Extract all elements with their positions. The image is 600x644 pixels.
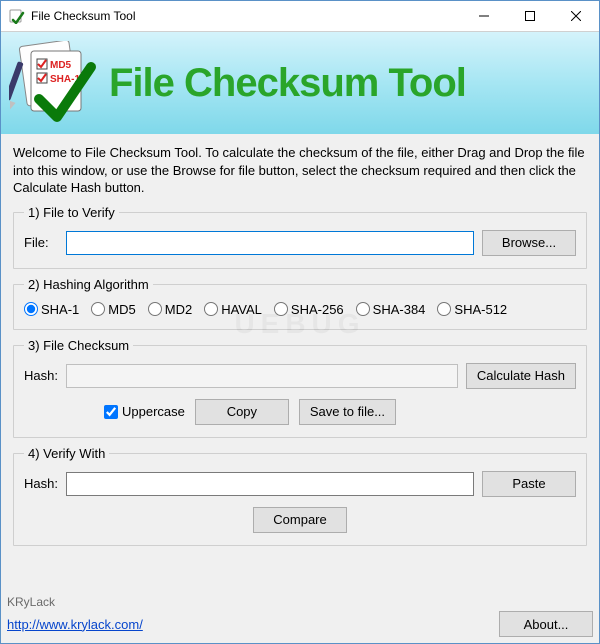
algorithm-radio-haval[interactable]: HAVAL [204, 302, 262, 317]
group-file-to-verify: 1) File to Verify File: Browse... [13, 205, 587, 269]
window: File Checksum Tool MD5 [0, 0, 600, 644]
about-button[interactable]: About... [499, 611, 593, 637]
hash-output[interactable] [66, 364, 458, 388]
algorithm-radio-input[interactable] [91, 302, 105, 316]
group-verify-with: 4) Verify With Hash: Paste Compare [13, 446, 587, 546]
algorithm-radio-sha256[interactable]: SHA-256 [274, 302, 344, 317]
algorithm-radio-input[interactable] [204, 302, 218, 316]
uppercase-label: Uppercase [122, 404, 185, 419]
algorithm-radio-label: SHA-256 [291, 302, 344, 317]
maximize-button[interactable] [507, 1, 553, 31]
close-button[interactable] [553, 1, 599, 31]
uppercase-checkbox-input[interactable] [104, 405, 118, 419]
group-file-checksum: 3) File Checksum Hash: Calculate Hash Up… [13, 338, 587, 438]
algorithm-radio-label: SHA-384 [373, 302, 426, 317]
algorithm-radio-label: MD2 [165, 302, 192, 317]
verify-hash-input[interactable] [66, 472, 474, 496]
footer: KRyLack http://www.krylack.com/ About... [1, 591, 599, 643]
compare-button[interactable]: Compare [253, 507, 347, 533]
minimize-button[interactable] [461, 1, 507, 31]
group2-legend: 2) Hashing Algorithm [24, 277, 153, 292]
algorithm-radio-label: MD5 [108, 302, 135, 317]
intro-text: Welcome to File Checksum Tool. To calcul… [13, 144, 587, 197]
verify-hash-label: Hash: [24, 476, 58, 491]
uppercase-checkbox[interactable]: Uppercase [104, 404, 185, 419]
algorithm-radio-label: SHA-512 [454, 302, 507, 317]
algorithm-radio-label: HAVAL [221, 302, 262, 317]
group-hashing-algorithm: 2) Hashing Algorithm SHA-1MD5MD2HAVALSHA… [13, 277, 587, 330]
app-icon [9, 8, 25, 24]
footer-brand: KRyLack [7, 595, 593, 609]
algorithm-radio-input[interactable] [437, 302, 451, 316]
paste-button[interactable]: Paste [482, 471, 576, 497]
hash-output-label: Hash: [24, 368, 58, 383]
banner-title: File Checksum Tool [109, 61, 466, 106]
logo-tag-md5: MD5 [50, 60, 72, 71]
algorithm-radio-sha384[interactable]: SHA-384 [356, 302, 426, 317]
file-input[interactable] [66, 231, 474, 255]
algorithm-radio-input[interactable] [24, 302, 38, 316]
group1-legend: 1) File to Verify [24, 205, 119, 220]
titlebar: File Checksum Tool [1, 1, 599, 32]
group4-legend: 4) Verify With [24, 446, 109, 461]
algorithm-radio-sha512[interactable]: SHA-512 [437, 302, 507, 317]
copy-button[interactable]: Copy [195, 399, 289, 425]
algorithm-radio-sha1[interactable]: SHA-1 [24, 302, 79, 317]
footer-link[interactable]: http://www.krylack.com/ [7, 617, 143, 632]
algorithm-radio-input[interactable] [356, 302, 370, 316]
calculate-hash-button[interactable]: Calculate Hash [466, 363, 576, 389]
banner: MD5 SHA-1 File Checksum Tool [1, 32, 599, 134]
algorithm-radio-md5[interactable]: MD5 [91, 302, 135, 317]
browse-button[interactable]: Browse... [482, 230, 576, 256]
banner-logo: MD5 SHA-1 [9, 41, 99, 126]
body: Welcome to File Checksum Tool. To calcul… [1, 134, 599, 591]
algorithm-radio-input[interactable] [148, 302, 162, 316]
group3-legend: 3) File Checksum [24, 338, 133, 353]
save-to-file-button[interactable]: Save to file... [299, 399, 396, 425]
file-label: File: [24, 235, 58, 250]
algorithm-radios: SHA-1 MD5 MD2 HAVAL SHA-256 SHA-384 SHA-512 [24, 302, 576, 317]
algorithm-radio-label: SHA-1 [41, 302, 79, 317]
window-title: File Checksum Tool [31, 9, 461, 23]
algorithm-radio-md2[interactable]: MD2 [148, 302, 192, 317]
algorithm-radio-input[interactable] [274, 302, 288, 316]
